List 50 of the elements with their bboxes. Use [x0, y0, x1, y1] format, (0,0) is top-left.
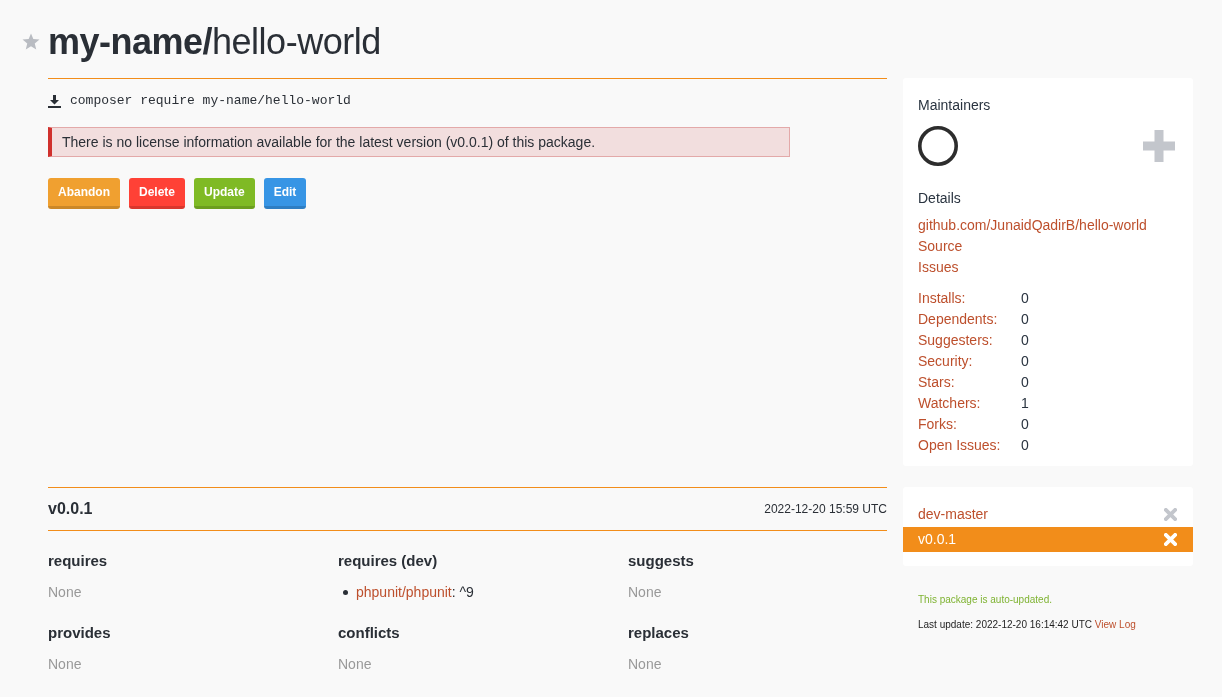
- section-heading: conflicts: [338, 623, 400, 643]
- stat-value: 0: [1021, 437, 1029, 453]
- section-heading: requires: [48, 551, 108, 571]
- auto-update-note: This package is auto-updated.: [918, 593, 1053, 607]
- stat-value: 0: [1021, 290, 1029, 306]
- maintainers-heading: Maintainers: [918, 96, 992, 115]
- empty-value: None: [48, 656, 82, 672]
- stat-link[interactable]: Suggesters:: [918, 332, 993, 348]
- details-link[interactable]: Source: [918, 236, 963, 257]
- section-heading: requires (dev): [338, 551, 438, 571]
- section-heading: suggests: [628, 551, 694, 571]
- details-link[interactable]: Issues: [918, 257, 959, 278]
- stat-link[interactable]: Forks:: [918, 416, 957, 432]
- details-link[interactable]: github.com/JunaidQadirB/hello-world: [918, 215, 1147, 236]
- stat-link[interactable]: Dependents:: [918, 311, 998, 327]
- star-icon[interactable]: [22, 33, 40, 51]
- action-button[interactable]: Edit: [263, 178, 307, 209]
- package-link[interactable]: phpunit/phpunit: [356, 584, 452, 600]
- empty-value: None: [338, 656, 372, 672]
- dependency-item: phpunit/phpunit: ^9: [356, 583, 474, 602]
- last-update-text: Last update: 2022-12-20 16:14:42 UTC View Log: [918, 618, 1137, 632]
- stat-link[interactable]: Stars:: [918, 374, 955, 390]
- empty-value: None: [48, 584, 82, 600]
- stat-link[interactable]: Watchers:: [918, 395, 981, 411]
- stat-value: 0: [1021, 332, 1029, 348]
- bullet-icon: [343, 589, 348, 595]
- empty-value: None: [628, 584, 662, 600]
- stat-link[interactable]: Security:: [918, 353, 973, 369]
- cross-icon[interactable]: [1164, 508, 1177, 521]
- install-command: composer require my-name/hello-world: [70, 92, 351, 111]
- section-heading: replaces: [628, 623, 689, 643]
- stat-value: 0: [1021, 374, 1029, 390]
- avatar-icon[interactable]: [918, 126, 958, 166]
- action-button[interactable]: Delete: [129, 178, 186, 209]
- license-alert: There is no license information available for the latest version (v0.0.1) of this package.: [48, 127, 790, 157]
- plus-icon[interactable]: [1143, 130, 1175, 162]
- empty-value: None: [628, 656, 662, 672]
- release-date: 2022-12-20 15:59 UTC: [764, 501, 887, 518]
- stat-link[interactable]: Open Issues:: [918, 437, 1001, 453]
- stat-value: 0: [1021, 416, 1029, 432]
- version-heading: v0.0.1: [48, 499, 93, 519]
- stat-link[interactable]: Installs:: [918, 290, 966, 306]
- package-title: my-name/hello-world: [48, 20, 381, 64]
- stat-value: 0: [1021, 353, 1029, 369]
- section-heading: provides: [48, 623, 111, 643]
- download-icon: [48, 94, 61, 108]
- details-heading: Details: [918, 189, 962, 208]
- view-log-link[interactable]: View Log: [1094, 619, 1136, 630]
- stat-value: 0: [1021, 311, 1029, 327]
- stat-value: 1: [1021, 395, 1029, 411]
